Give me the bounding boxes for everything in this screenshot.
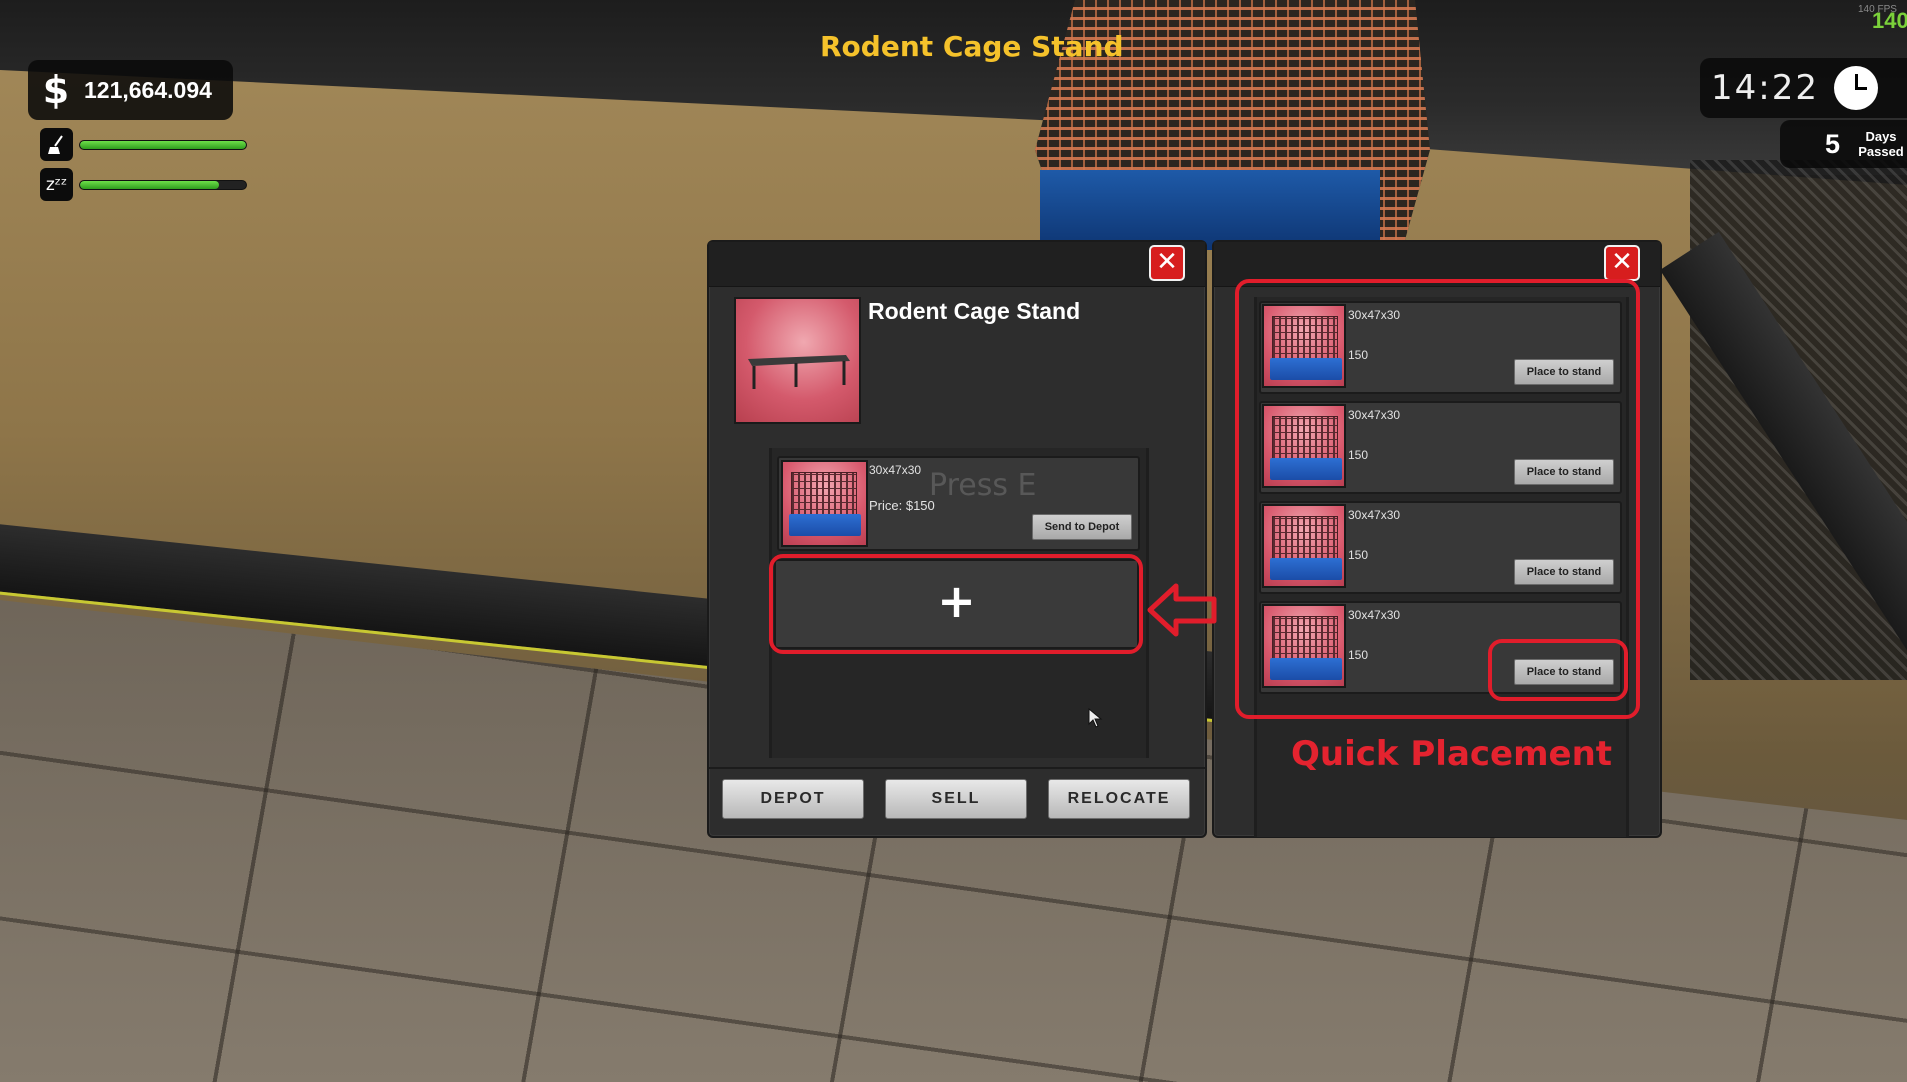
money-amount: 121,664.094 <box>84 76 212 103</box>
quick-item-dimensions: 30x47x30 <box>1348 608 1401 622</box>
cage-bars-icon <box>1272 616 1338 662</box>
panel-header <box>1214 242 1660 287</box>
cage-thumbnail <box>1262 604 1346 688</box>
sell-button[interactable]: SELL <box>885 779 1027 819</box>
place-to-stand-button[interactable]: Place to stand <box>1514 559 1614 585</box>
fps-counter: 140 <box>1872 8 1907 33</box>
cage-tray-icon <box>1270 558 1342 580</box>
press-e-hint: Press E <box>929 468 1037 503</box>
close-stand-panel-button[interactable]: ✕ <box>1149 245 1185 281</box>
depot-button[interactable]: DEPOT <box>722 779 864 819</box>
days-label: Days Passed <box>1858 129 1904 159</box>
clock-icon <box>1834 66 1878 110</box>
cage-bars-icon <box>1272 516 1338 562</box>
left-arrow-icon <box>1147 583 1217 637</box>
quick-item-dimensions: 30x47x30 <box>1348 308 1401 322</box>
days-passed-display: 5 Days Passed <box>1780 120 1907 168</box>
cage-thumbnail <box>1262 404 1346 488</box>
quick-item: 30x47x30 150 Place to stand <box>1259 301 1622 394</box>
cleanliness-bar <box>79 139 247 150</box>
cage-tray-icon <box>1270 358 1342 380</box>
cage-bars-icon <box>1272 416 1338 462</box>
table-icon <box>748 355 850 389</box>
slot-dimensions: 30x47x30 <box>869 463 922 477</box>
quick-item-dimensions: 30x47x30 <box>1348 408 1401 422</box>
mouse-cursor-icon <box>1088 708 1103 728</box>
broom-icon <box>40 128 73 161</box>
quick-item-price: 150 <box>1348 648 1369 662</box>
clock-display: 14:22 <box>1700 58 1907 118</box>
time-readout: 14:22 <box>1711 68 1819 108</box>
add-item-button[interactable]: + <box>774 559 1139 649</box>
world-object-title: Rodent Cage Stand <box>820 30 1124 63</box>
sleep-stat: zᶻᶻ <box>40 168 247 201</box>
stand-slot-item: Press E 30x47x30 Price: $150 Send to Dep… <box>777 456 1140 551</box>
cleanliness-bar-fill <box>80 140 246 149</box>
cage-bars-icon <box>791 472 857 518</box>
cage-tray-icon <box>1270 458 1342 480</box>
stand-name: Rodent Cage Stand <box>868 298 1081 324</box>
cage-tray-icon <box>1270 658 1342 680</box>
stand-thumbnail <box>734 297 861 424</box>
quick-placement-label: Quick Placement <box>1291 734 1613 774</box>
quick-item-dimensions: 30x47x30 <box>1348 508 1401 522</box>
sleep-bar <box>79 179 247 190</box>
cage-thumbnail <box>1262 304 1346 388</box>
cleanliness-stat <box>40 128 247 161</box>
close-quick-panel-button[interactable]: ✕ <box>1604 245 1640 281</box>
place-to-stand-button[interactable]: Place to stand <box>1514 659 1614 685</box>
cage-tray-icon <box>789 514 861 536</box>
quick-item: 30x47x30 150 Place to stand <box>1259 501 1622 594</box>
cage-thumbnail <box>1262 504 1346 588</box>
cage-thumbnail <box>781 460 868 547</box>
place-to-stand-button[interactable]: Place to stand <box>1514 359 1614 385</box>
slot-price: Price: $150 <box>869 498 935 513</box>
quick-item-price: 150 <box>1348 548 1369 562</box>
quick-placement-panel: ✕ 30x47x30 150 Place to stand 30x47x30 1… <box>1212 240 1662 838</box>
dollar-icon: $ <box>42 68 70 112</box>
quick-item-price: 150 <box>1348 448 1369 462</box>
quick-item: 30x47x30 150 Place to stand <box>1259 601 1622 694</box>
sleep-bar-fill <box>80 180 220 189</box>
stand-panel: ✕ Rodent Cage Stand Press E 30x47x30 Pri… <box>707 240 1207 838</box>
money-display: $ 121,664.094 <box>28 60 233 120</box>
panel-header <box>709 242 1205 287</box>
place-to-stand-button[interactable]: Place to stand <box>1514 459 1614 485</box>
cage-tray-model <box>1040 170 1380 250</box>
footer-divider <box>709 767 1205 769</box>
days-count: 5 <box>1824 128 1840 159</box>
zzz-icon: zᶻᶻ <box>40 168 73 201</box>
relocate-button[interactable]: RELOCATE <box>1048 779 1190 819</box>
send-to-depot-button[interactable]: Send to Depot <box>1032 514 1132 540</box>
quick-item: 30x47x30 150 Place to stand <box>1259 401 1622 494</box>
cage-bars-icon <box>1272 316 1338 362</box>
quick-item-price: 150 <box>1348 348 1369 362</box>
